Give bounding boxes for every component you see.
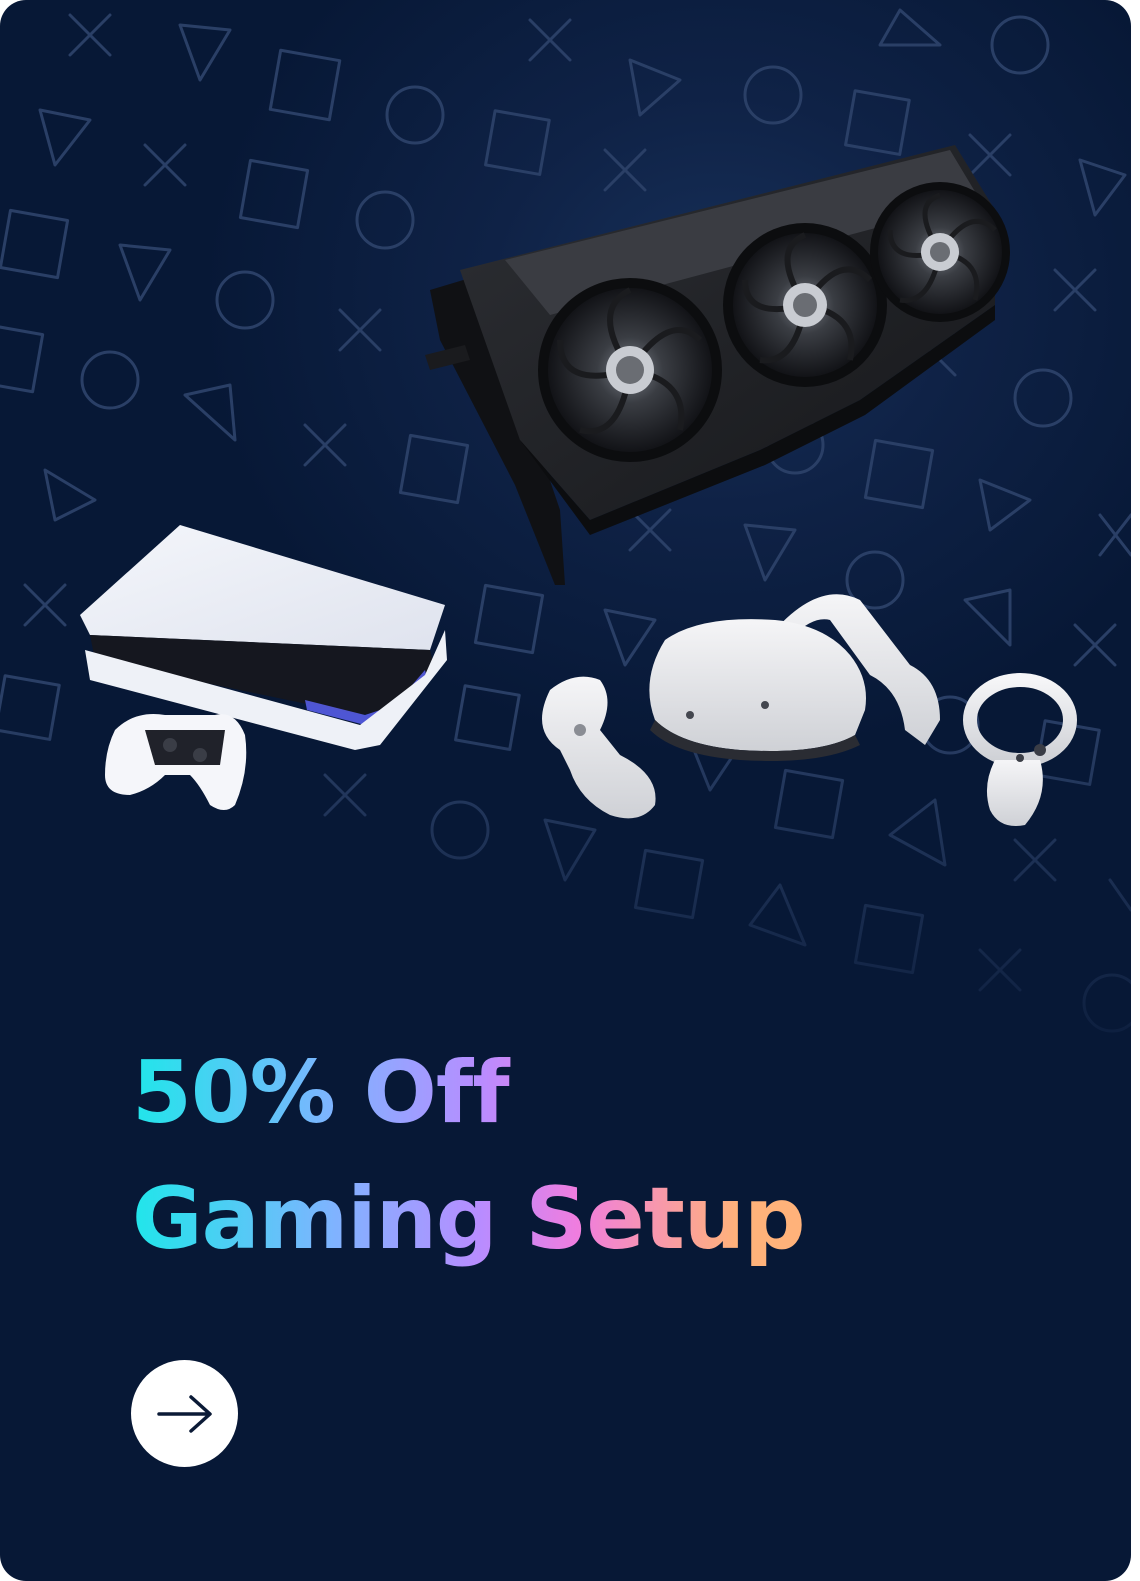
graphics-card-image xyxy=(425,145,1010,585)
next-arrow-button[interactable] xyxy=(131,1360,238,1467)
game-console-image xyxy=(80,525,447,810)
arrow-right-icon xyxy=(156,1394,212,1433)
headline-line-product: Gaming Setup xyxy=(132,1169,805,1270)
promo-headline: 50% Off Gaming Setup xyxy=(132,1030,805,1283)
headline-line-discount: 50% Off xyxy=(132,1043,509,1143)
vr-headset-image xyxy=(542,594,1077,826)
promo-card: 50% Off Gaming Setup xyxy=(0,0,1131,1581)
